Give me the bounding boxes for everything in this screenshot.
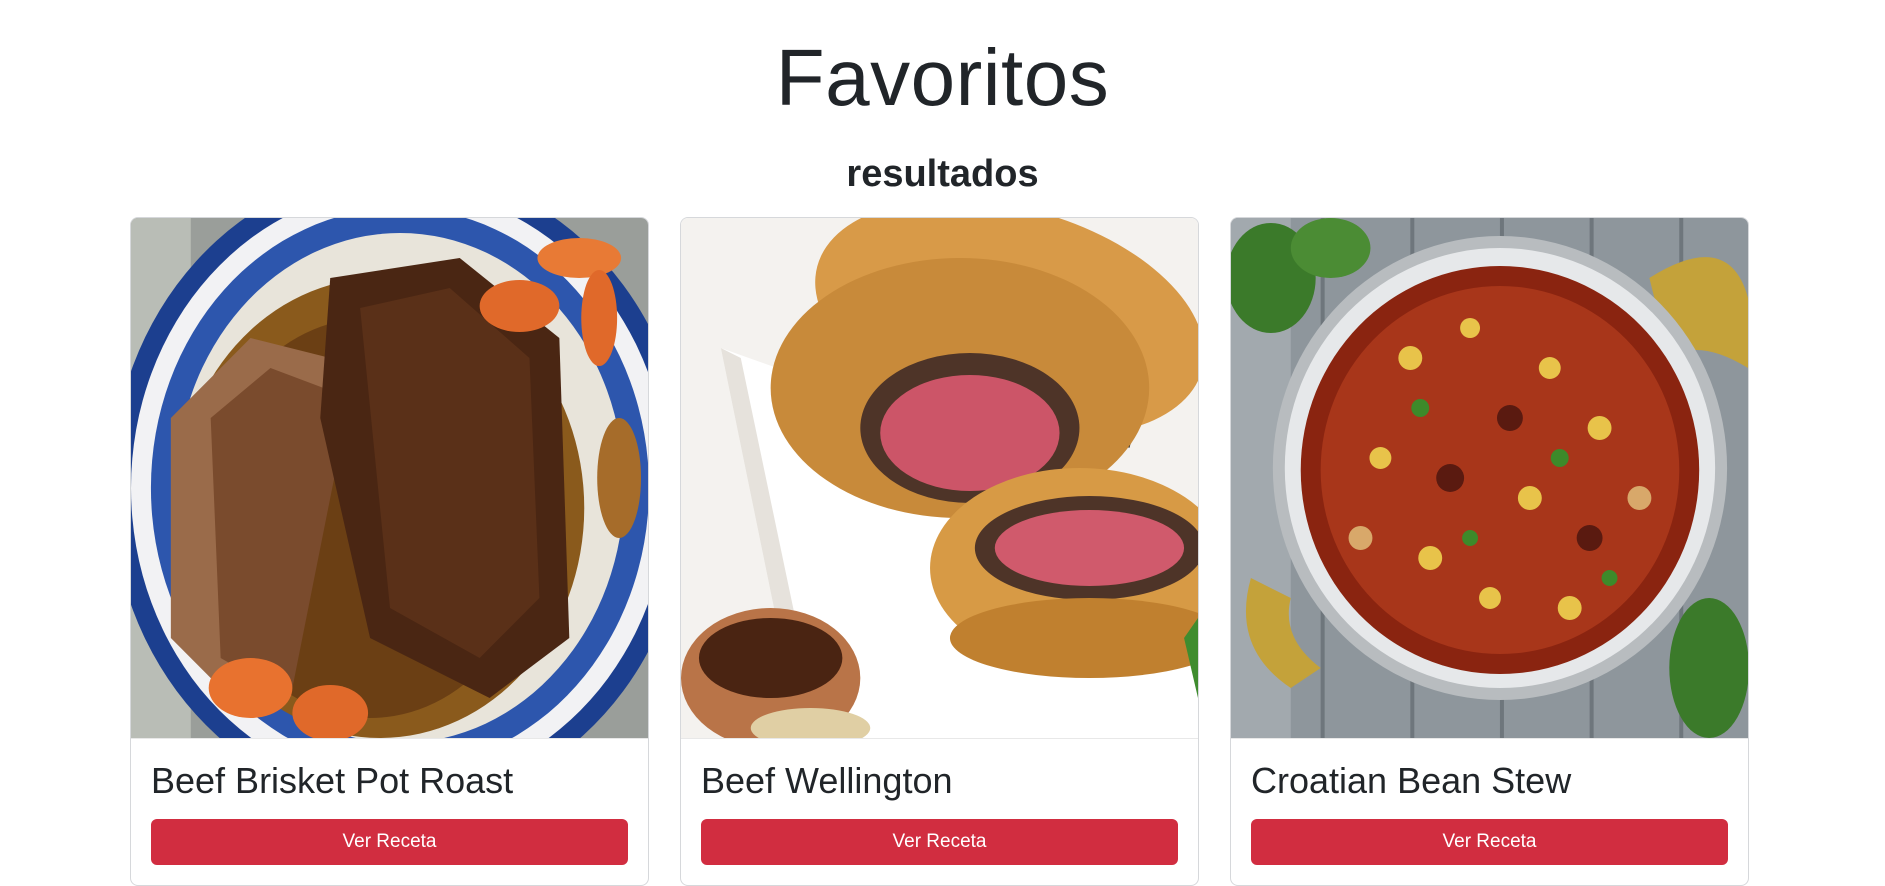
recipe-image-beef-wellington[interactable]: [681, 218, 1198, 739]
view-recipe-button[interactable]: Ver Receta: [151, 819, 628, 865]
recipe-card: Croatian Bean Stew Ver Receta: [1230, 217, 1749, 886]
results-heading: resultados: [846, 153, 1039, 195]
beef-brisket-photo: [131, 218, 648, 738]
recipe-card: Beef Brisket Pot Roast Ver Receta: [130, 217, 649, 886]
bean-stew-photo: [1231, 218, 1748, 738]
recipe-image-croatian-bean-stew[interactable]: [1231, 218, 1748, 739]
card-body: Beef Wellington Ver Receta: [681, 739, 1198, 885]
page-title: Favoritos: [775, 33, 1110, 122]
recipe-image-beef-brisket[interactable]: [131, 218, 648, 739]
view-recipe-button[interactable]: Ver Receta: [701, 819, 1178, 865]
recipe-title: Croatian Bean Stew: [1251, 760, 1572, 801]
favorites-page: Favoritos resultados Beef Brisket Pot Ro…: [0, 0, 1885, 886]
view-recipe-button[interactable]: Ver Receta: [1251, 819, 1728, 865]
beef-wellington-photo: [681, 218, 1198, 738]
recipe-title: Beef Wellington: [701, 760, 953, 801]
card-body: Croatian Bean Stew Ver Receta: [1231, 739, 1748, 885]
recipe-title: Beef Brisket Pot Roast: [151, 760, 514, 801]
recipe-cards-grid: Beef Brisket Pot Roast Ver Receta Beef W…: [130, 217, 1751, 886]
card-body: Beef Brisket Pot Roast Ver Receta: [131, 739, 648, 885]
recipe-card: Beef Wellington Ver Receta: [680, 217, 1199, 886]
